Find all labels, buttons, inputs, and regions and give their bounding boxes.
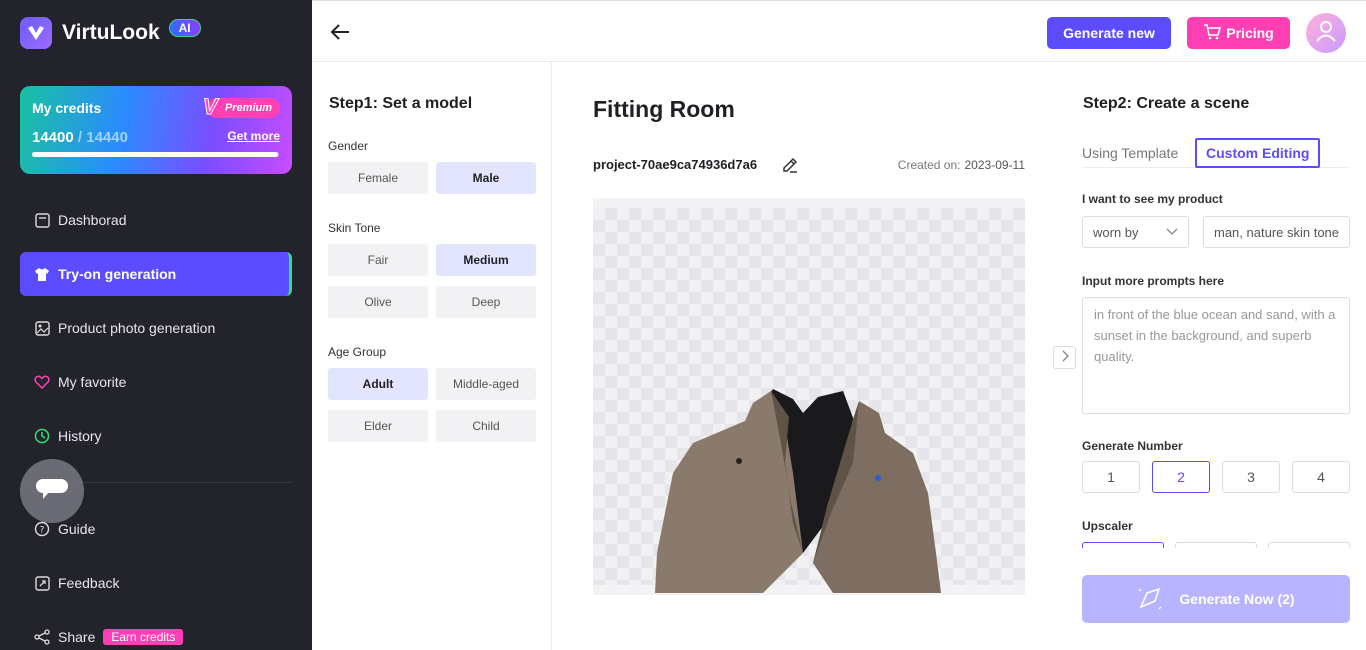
generate-number-2[interactable]: 2 — [1152, 461, 1210, 493]
sidebar-item-dashboard[interactable]: Dashborad — [20, 198, 292, 242]
generate-number-label: Generate Number — [1082, 439, 1183, 453]
feedback-icon — [34, 575, 50, 591]
worn-by-select[interactable]: worn by — [1082, 216, 1189, 248]
credits-max: 14440 — [86, 129, 128, 146]
dashboard-icon — [34, 212, 50, 228]
generate-number-1[interactable]: 1 — [1082, 461, 1140, 493]
product-canvas[interactable] — [593, 198, 1025, 595]
chat-icon — [35, 477, 69, 506]
scene-tabs: Using Template Custom Editing — [1082, 138, 1350, 168]
shirt-icon — [34, 266, 50, 282]
premium-v-mark: V — [202, 94, 218, 120]
age-group-label: Age Group — [328, 345, 387, 359]
sidebar-item-label: Share — [58, 629, 96, 645]
cart-icon — [1203, 23, 1226, 43]
sidebar-item-try-on-generation[interactable]: Try-on generation — [20, 252, 292, 296]
tab-custom-editing[interactable]: Custom Editing — [1195, 138, 1321, 168]
credits-separator: / — [73, 129, 87, 146]
credits-count: 14400 / 14440 — [32, 129, 128, 146]
credits-progress-fill — [32, 152, 279, 157]
step2-title: Step2: Create a scene — [1083, 95, 1250, 112]
user-icon — [1316, 20, 1336, 47]
sidebar-item-feedback[interactable]: Feedback — [20, 561, 292, 605]
sidebar-item-label: Guide — [58, 521, 96, 537]
generate-new-button[interactable]: Generate new — [1047, 17, 1171, 49]
skin-option-fair[interactable]: Fair — [328, 244, 428, 276]
question-icon: ? — [34, 521, 50, 537]
edit-pencil-icon[interactable] — [781, 156, 799, 174]
svg-text:?: ? — [40, 526, 45, 536]
get-more-link[interactable]: Get more — [227, 129, 280, 143]
sidebar-item-label: Dashborad — [58, 212, 127, 228]
model-settings-panel: Step1: Set a model Gender Female Male Sk… — [312, 62, 552, 650]
credits-card: My credits V Premium 14400 / 14440 Get m… — [20, 86, 292, 174]
heart-icon — [34, 374, 50, 390]
fitting-room-panel: Fitting Room project-70ae9ca74936d7a6 Cr… — [553, 62, 1065, 650]
back-arrow-icon[interactable] — [330, 21, 352, 43]
generate-now-label: Generate Now (2) — [1179, 591, 1295, 607]
step1-title: Step1: Set a model — [329, 95, 473, 112]
created-label: Created on: — [897, 158, 961, 172]
upscaler-option-2[interactable] — [1175, 542, 1257, 548]
product-worn-label: I want to see my product — [1082, 192, 1223, 206]
age-option-elder[interactable]: Elder — [328, 410, 428, 442]
age-option-child[interactable]: Child — [436, 410, 536, 442]
sidebar-item-label: History — [58, 428, 102, 444]
app-name: VirtuLook — [62, 21, 160, 44]
age-option-middle-aged[interactable]: Middle-aged — [436, 368, 536, 400]
prompts-label: Input more prompts here — [1082, 274, 1225, 288]
ai-badge: AI — [168, 19, 201, 37]
sidebar-item-label: Product photo generation — [58, 320, 216, 336]
sidebar-item-product-photo[interactable]: Product photo generation — [20, 306, 292, 350]
tab-using-template[interactable]: Using Template — [1082, 138, 1178, 168]
prompts-textarea[interactable] — [1082, 297, 1350, 414]
worn-by-description-input[interactable] — [1203, 216, 1350, 248]
sidebar: VirtuLook AI My credits V Premium 14400 … — [0, 0, 312, 650]
sidebar-item-label: My favorite — [58, 374, 127, 390]
premium-label: Premium — [224, 102, 272, 114]
created-on: Created on: 2023-09-11 — [898, 158, 1025, 172]
created-date: 2023-09-11 — [964, 158, 1026, 172]
upscaler-label: Upscaler — [1082, 519, 1133, 533]
gender-label: Gender — [328, 139, 369, 153]
upscaler-option-3[interactable] — [1268, 542, 1350, 548]
credits-progress-bar — [32, 152, 279, 157]
share-icon — [34, 629, 50, 645]
credits-current: 14400 — [32, 129, 74, 146]
upscaler-option-1[interactable] — [1082, 542, 1164, 548]
generate-number-4[interactable]: 4 — [1292, 461, 1350, 493]
earn-credits-badge[interactable]: Earn credits — [103, 629, 184, 645]
generate-now-button[interactable]: Generate Now (2) — [1082, 575, 1350, 623]
generate-number-3[interactable]: 3 — [1222, 461, 1280, 493]
history-icon — [34, 428, 50, 444]
fitting-room-title: Fitting Room — [593, 96, 735, 122]
sidebar-item-label: Try-on generation — [58, 266, 177, 282]
top-bar: Generate new Pricing — [312, 0, 1366, 62]
sparkle-icon — [1138, 587, 1162, 610]
virtulook-logo-icon — [20, 17, 52, 49]
image-icon — [34, 320, 50, 336]
worn-by-value: worn by — [1093, 224, 1139, 240]
app-logo[interactable]: VirtuLook AI — [20, 17, 201, 49]
project-name: project-70ae9ca74936d7a6 — [593, 157, 758, 172]
chat-support-button[interactable] — [20, 459, 84, 523]
skin-option-deep[interactable]: Deep — [436, 286, 536, 318]
premium-badge: V Premium — [202, 94, 280, 120]
sidebar-item-share[interactable]: Share Earn credits — [20, 615, 292, 650]
gender-option-male[interactable]: Male — [436, 162, 536, 194]
sidebar-item-my-favorite[interactable]: My favorite — [20, 360, 292, 404]
age-option-adult[interactable]: Adult — [328, 368, 428, 400]
scene-settings-panel: Step2: Create a scene Using Template Cus… — [1066, 62, 1366, 650]
user-avatar[interactable] — [1306, 13, 1346, 53]
skin-tone-label: Skin Tone — [328, 221, 381, 235]
pricing-label: Pricing — [1226, 25, 1274, 41]
sidebar-item-history[interactable]: History — [20, 414, 292, 458]
jacket-product-image — [655, 389, 941, 593]
skin-option-medium[interactable]: Medium — [436, 244, 536, 276]
skin-option-olive[interactable]: Olive — [328, 286, 428, 318]
sidebar-item-label: Feedback — [58, 575, 120, 591]
chevron-down-icon — [1166, 228, 1178, 235]
pricing-button[interactable]: Pricing — [1187, 17, 1290, 49]
gender-option-female[interactable]: Female — [328, 162, 428, 194]
